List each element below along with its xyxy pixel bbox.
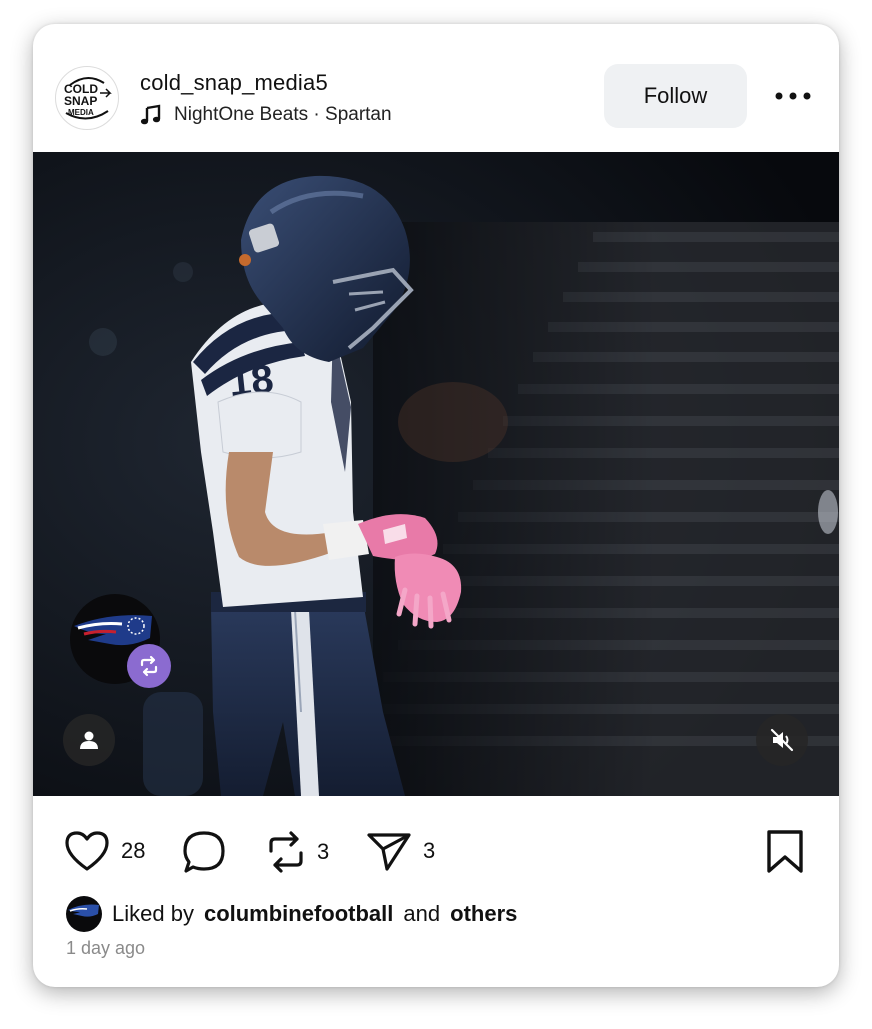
music-attribution[interactable]: NightOne Beats · Spartan <box>140 104 392 126</box>
cold-snap-media-logo: COLD SNAP MEDIA <box>64 77 112 120</box>
patriot-logo-icon <box>68 904 99 917</box>
liked-by-conjunction: and <box>403 901 441 926</box>
post-card: COLD SNAP MEDIA cold_snap_media5 NightOn… <box>33 24 839 987</box>
send-icon[interactable] <box>365 829 413 873</box>
liked-by-others-link[interactable]: others <box>450 901 517 927</box>
post-header: COLD SNAP MEDIA cold_snap_media5 NightOn… <box>33 24 839 152</box>
liker-avatar[interactable] <box>66 896 102 932</box>
like-count[interactable]: 28 <box>121 838 145 864</box>
share-action: 3 <box>365 829 435 873</box>
repost-icon[interactable] <box>265 829 307 875</box>
music-track-label: NightOne Beats · Spartan <box>174 104 392 125</box>
repost-badge <box>127 644 171 688</box>
repost-count[interactable]: 3 <box>317 839 329 865</box>
comment-bubble-icon[interactable] <box>181 829 227 875</box>
more-options-button[interactable] <box>768 82 818 110</box>
svg-text:MEDIA: MEDIA <box>68 108 94 117</box>
post-timestamp: 1 day ago <box>66 938 146 958</box>
liked-by-user-link[interactable]: columbinefootball <box>204 901 393 927</box>
post-username[interactable]: cold_snap_media5 <box>140 70 328 96</box>
heart-icon[interactable] <box>63 829 111 873</box>
post-actions-bar: 28 3 3 <box>33 796 839 896</box>
music-note-icon <box>140 104 161 125</box>
user-tag-icon <box>80 731 98 749</box>
profile-avatar[interactable]: COLD SNAP MEDIA <box>55 66 119 130</box>
repost-action: 3 <box>265 829 329 875</box>
share-count[interactable]: 3 <box>423 838 435 864</box>
more-horizontal-icon <box>775 92 811 100</box>
liked-by-prefix: Liked by <box>112 901 194 926</box>
muted-speaker-icon <box>770 728 794 752</box>
like-action: 28 <box>63 829 145 873</box>
bookmark-icon[interactable] <box>765 829 805 875</box>
follow-button[interactable]: Follow <box>604 64 747 128</box>
liked-by-row: Liked by columbinefootball and others <box>66 896 517 932</box>
football-player-photo: 18 <box>33 152 839 796</box>
svg-text:SNAP: SNAP <box>64 94 97 108</box>
save-action <box>765 829 805 875</box>
mute-toggle-button[interactable] <box>756 714 808 766</box>
comment-action <box>181 829 227 875</box>
post-media[interactable]: 18 <box>33 152 839 796</box>
repost-icon <box>140 655 158 677</box>
tagged-users-button[interactable] <box>63 714 115 766</box>
